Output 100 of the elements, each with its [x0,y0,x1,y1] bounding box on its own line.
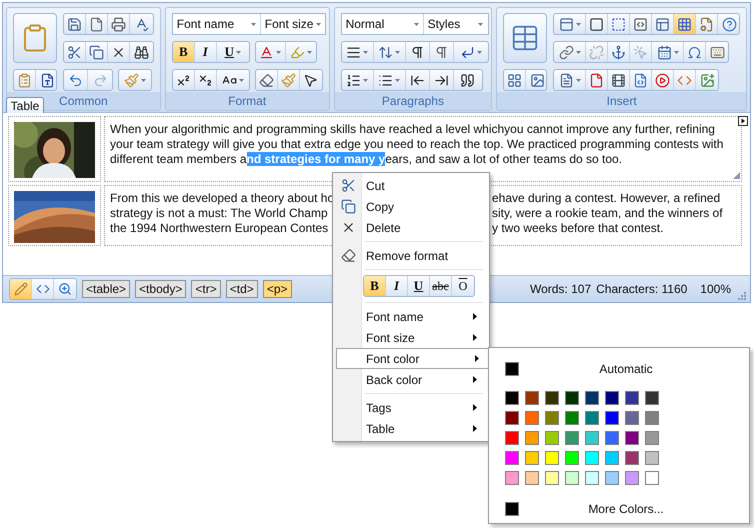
insert-table-button[interactable] [503,13,548,63]
menu-item[interactable]: Font color [336,348,491,369]
pilcrow-icon [410,44,425,60]
menu-item[interactable]: Table [333,418,489,439]
color-swatch[interactable] [525,471,539,485]
color-swatch[interactable] [545,411,559,425]
color-swatch[interactable] [605,431,619,445]
pencil-mode-button[interactable] [10,279,32,299]
color-swatch[interactable] [565,411,579,425]
color-swatch[interactable] [645,451,659,465]
ribbon-tab[interactable]: Table [6,97,44,113]
color-swatch[interactable] [605,411,619,425]
menu-item[interactable]: Copy [333,196,489,217]
color-swatch[interactable] [625,451,639,465]
text-style-button[interactable]: B [364,276,386,296]
color-swatch[interactable] [505,431,519,445]
color-swatch[interactable] [525,411,539,425]
text-style-button[interactable]: I [386,276,408,296]
color-swatch[interactable] [545,471,559,485]
resize-grip-icon[interactable] [733,172,740,179]
image-icon [530,72,545,88]
menu-item[interactable]: Delete [333,217,489,238]
color-swatch[interactable] [505,362,519,376]
line-spacing-icon [378,44,394,60]
tag-button[interactable]: <tr> [191,280,221,298]
caret-icon [276,50,282,54]
color-swatch[interactable] [605,471,619,485]
highlight-icon [290,44,305,60]
color-swatch[interactable] [545,391,559,405]
tag-button[interactable]: <table> [82,280,130,298]
paste-button[interactable] [13,13,57,63]
menu-item[interactable]: Cut [333,175,489,196]
color-swatch[interactable] [585,471,599,485]
font-name-dropdown[interactable]: Font name [172,14,261,34]
color-swatch[interactable] [625,431,639,445]
color-swatch[interactable] [585,451,599,465]
paintbrush-icon [124,72,139,88]
caret-icon [576,22,581,26]
text-style-button[interactable]: U [216,42,249,62]
styles-dropdown[interactable]: Styles [424,14,487,34]
menu-item[interactable]: Automatic [519,362,733,376]
caret-icon [141,78,146,82]
caret-icon [316,22,321,26]
play-icon[interactable] [738,116,748,126]
menu-item[interactable]: Font name [333,306,489,327]
text-fragment: the 1994 Northwestern European Contes [110,221,330,236]
color-swatch[interactable] [645,391,659,405]
resize-grip-icon[interactable] [736,290,746,300]
menu-item[interactable]: Font size [333,327,489,348]
color-swatch[interactable] [585,411,599,425]
color-swatch[interactable] [585,391,599,405]
color-swatch[interactable] [605,391,619,405]
color-swatch[interactable] [505,471,519,485]
caret-icon [576,50,581,54]
pointer-icon [303,72,318,88]
grid-button[interactable] [674,14,696,34]
character-count: Characters: 1160 [596,282,688,296]
font-size-dropdown[interactable]: Font size [260,14,325,34]
color-swatch[interactable] [645,471,659,485]
binoculars-icon [134,44,148,60]
color-swatch[interactable] [625,471,639,485]
color-swatch[interactable] [565,471,579,485]
tag-button[interactable]: <tbody> [135,280,186,298]
text-style-button[interactable]: U [408,276,430,296]
text-fragment: sity, were a rookie team, and the winners of [492,206,724,221]
color-swatch[interactable] [565,391,579,405]
color-swatch[interactable] [565,431,579,445]
caret-icon [674,50,679,54]
caret-icon [576,78,581,82]
color-swatch[interactable] [625,391,639,405]
menu-item[interactable]: Remove format [333,245,489,266]
menu-item[interactable]: More Colors... [519,502,733,516]
redo-icon [92,72,108,88]
text-style-button[interactable]: I [194,42,217,62]
color-swatch[interactable] [625,411,639,425]
caret-icon [476,50,482,54]
color-swatch[interactable] [505,451,519,465]
div-icon [611,16,626,32]
color-swatch[interactable] [645,411,659,425]
text-style-button[interactable]: O [452,276,474,296]
menu-item[interactable]: Back color [333,369,489,390]
menu-item[interactable]: Tags [333,397,489,418]
color-swatch[interactable] [525,451,539,465]
color-swatch[interactable] [545,431,559,445]
color-swatch[interactable] [505,502,519,516]
color-swatch[interactable] [545,451,559,465]
color-swatch[interactable] [645,431,659,445]
color-swatch[interactable] [565,451,579,465]
text-style-button[interactable]: abc [430,276,452,296]
color-swatch[interactable] [605,451,619,465]
color-swatch[interactable] [585,431,599,445]
color-swatch[interactable] [505,411,519,425]
format-dropdown[interactable]: Normal [342,14,424,34]
color-swatch[interactable] [525,431,539,445]
indent-icon [434,72,449,88]
tag-button[interactable]: <td> [226,280,258,298]
color-swatch[interactable] [505,391,519,405]
text-style-button[interactable]: B [172,42,195,62]
tag-button[interactable]: <p> [262,280,292,298]
color-swatch[interactable] [525,391,539,405]
